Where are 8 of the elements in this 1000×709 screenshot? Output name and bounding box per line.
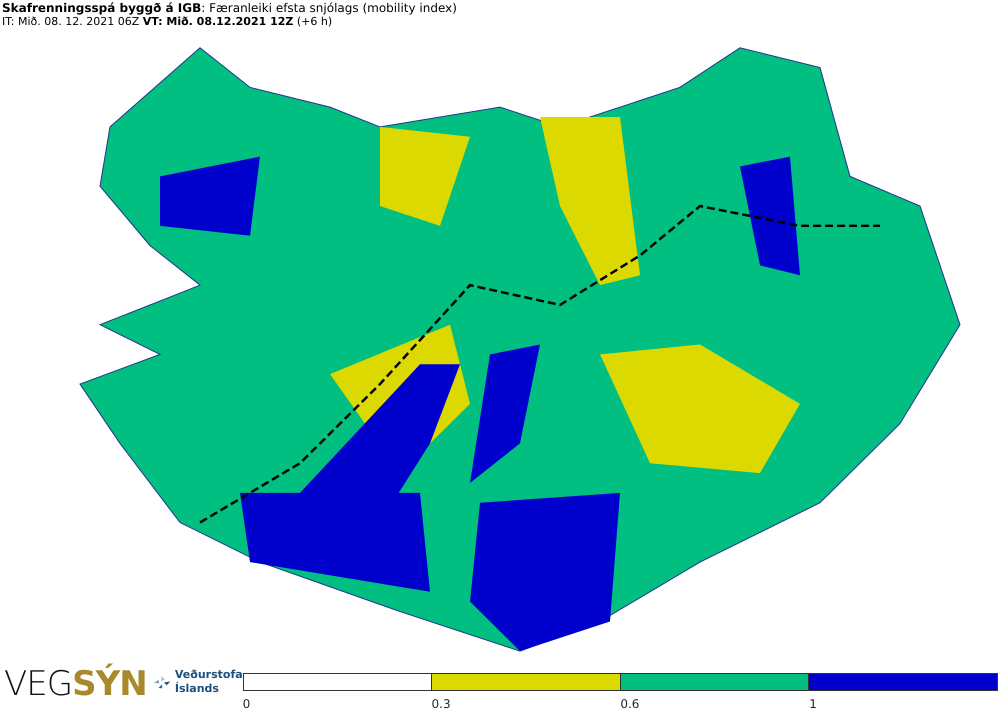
forecast-time: IT: Mið. 08. 12. 2021 06Z VT: Mið. 08.12.2021 12Z (+6 h) (2, 15, 334, 28)
vegsyn-logo: VEGSÝN (3, 662, 148, 706)
legend-label: 1 (809, 697, 817, 709)
institute-logo-text: Veðurstofa Íslands (174, 668, 243, 696)
legend-label: 0.3 (432, 697, 451, 709)
legend-label: 0.6 (620, 697, 640, 709)
legend-label: 0 (242, 697, 250, 709)
map-title: Skafrenningsspá byggð á IGB: Færanleiki efsta snjólags (mobility index) (2, 2, 458, 15)
